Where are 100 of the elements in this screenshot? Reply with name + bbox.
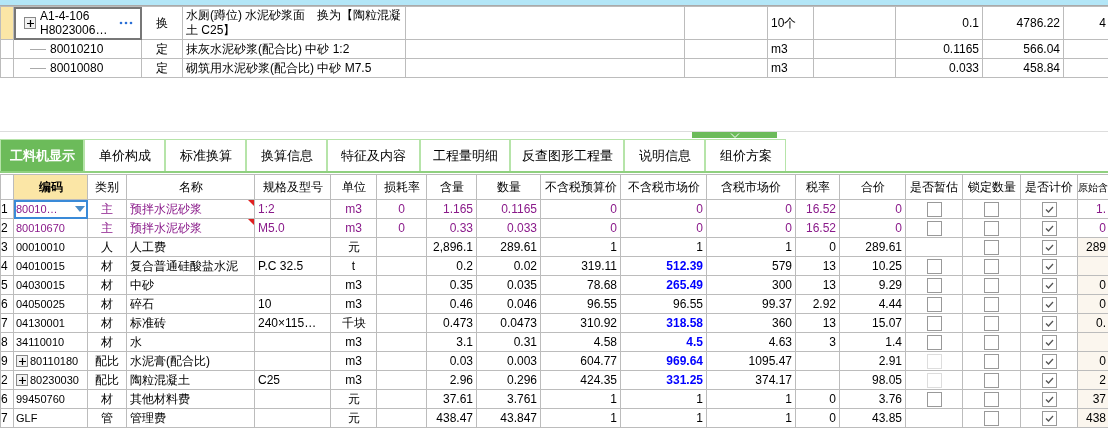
column-header[interactable]: 类别: [87, 174, 127, 200]
tab[interactable]: 单价构成: [84, 139, 165, 171]
checkbox[interactable]: [984, 315, 999, 331]
checkbox[interactable]: [926, 391, 942, 407]
code-cell[interactable]: 99450760: [13, 389, 88, 409]
expand-icon[interactable]: [16, 355, 28, 367]
checkbox[interactable]: [926, 220, 942, 236]
column-header[interactable]: 含税市场价: [706, 174, 796, 200]
checkbox[interactable]: [1041, 410, 1057, 426]
table-cell: 水厕(蹲位) 水泥砂浆面 换为【陶粒混凝土 C25】: [182, 6, 406, 40]
column-header[interactable]: 是否计价: [1020, 174, 1078, 200]
checkbox[interactable]: [1041, 353, 1057, 369]
table-cell: 969.64: [620, 351, 707, 371]
checkbox[interactable]: [1041, 372, 1057, 388]
checkbox[interactable]: [984, 353, 999, 369]
checkbox[interactable]: [984, 391, 999, 407]
checkbox[interactable]: [1041, 277, 1057, 293]
column-header[interactable]: 名称: [126, 174, 255, 200]
checkbox[interactable]: [984, 296, 999, 312]
tab[interactable]: 标准换算: [165, 139, 246, 171]
row-number: 2: [0, 370, 14, 390]
code-cell[interactable]: 80230030: [13, 370, 88, 390]
table-cell: 0.1: [895, 6, 983, 40]
tab[interactable]: 组价方案: [705, 139, 786, 171]
checkbox[interactable]: [984, 277, 999, 293]
table-cell: 1: [540, 408, 621, 428]
checkbox[interactable]: [1041, 296, 1057, 312]
checkbox[interactable]: [984, 372, 999, 388]
code-cell[interactable]: 80010…: [13, 199, 88, 219]
code-cell[interactable]: 04010015: [13, 256, 88, 276]
column-header[interactable]: 是否暂估: [905, 174, 963, 200]
checkbox[interactable]: [984, 410, 999, 426]
code-cell[interactable]: GLF: [13, 408, 88, 428]
column-header[interactable]: 数量: [476, 174, 541, 200]
column-header[interactable]: 原始含: [1077, 174, 1108, 200]
row-indicator[interactable]: [0, 6, 14, 40]
checkbox[interactable]: [1041, 258, 1057, 274]
code-cell[interactable]: 34110010: [13, 332, 88, 352]
expand-icon[interactable]: [24, 17, 36, 29]
code-cell[interactable]: 04050025: [13, 294, 88, 314]
table-cell: 13: [795, 313, 840, 333]
column-header[interactable]: 不含税预算价: [540, 174, 621, 200]
checkbox[interactable]: [926, 315, 942, 331]
flag-icon: [248, 219, 254, 225]
table-cell: 289: [1085, 239, 1106, 254]
tab[interactable]: 说明信息: [624, 139, 705, 171]
checkbox[interactable]: [1041, 201, 1057, 217]
checkbox[interactable]: [1041, 220, 1057, 236]
tab[interactable]: 换算信息: [246, 139, 327, 171]
checkbox[interactable]: [1041, 391, 1057, 407]
checkbox[interactable]: [984, 220, 999, 236]
code-cell[interactable]: 04130001: [13, 313, 88, 333]
checkbox[interactable]: [1041, 334, 1057, 350]
column-header[interactable]: 单位: [330, 174, 377, 200]
column-header[interactable]: 编码: [13, 174, 88, 200]
table-cell: 4.63: [706, 332, 796, 352]
checkbox[interactable]: [926, 334, 942, 350]
column-header[interactable]: 规格及型号: [254, 174, 331, 200]
column-header[interactable]: 损耗率: [376, 174, 427, 200]
checkbox[interactable]: [984, 239, 999, 255]
table-cell: 0.1165: [476, 199, 541, 219]
table-cell: 1: [706, 408, 796, 428]
table-cell: 砌筑用水泥砂浆(配合比) 中砂 M7.5: [182, 58, 406, 78]
collapse-handle[interactable]: [692, 132, 777, 138]
checkbox[interactable]: [984, 201, 999, 217]
table-cell: 1: [620, 237, 707, 257]
table-cell: 0: [839, 199, 906, 219]
checkbox[interactable]: [926, 201, 942, 217]
checkbox[interactable]: [1041, 239, 1057, 255]
table-cell: 0.035: [476, 275, 541, 295]
table-cell: 2.92: [795, 294, 840, 314]
column-header[interactable]: 含量: [426, 174, 477, 200]
item-code: 99450760: [16, 391, 65, 407]
column-header[interactable]: 税率: [795, 174, 840, 200]
checkbox[interactable]: [926, 296, 942, 312]
table-cell: 1.165: [426, 199, 477, 219]
dropdown-icon[interactable]: [75, 206, 85, 212]
column-header[interactable]: 锁定数量: [962, 174, 1021, 200]
row-indicator[interactable]: [0, 39, 14, 59]
table-cell: 512.39: [620, 256, 707, 276]
checkbox[interactable]: [984, 334, 999, 350]
checkbox[interactable]: [984, 258, 999, 274]
code-cell[interactable]: 80110180: [13, 351, 88, 371]
more-icon[interactable]: [119, 21, 134, 25]
checkbox[interactable]: [1041, 315, 1057, 331]
code-cell[interactable]: 04030015: [13, 275, 88, 295]
column-header[interactable]: 不含税市场价: [620, 174, 707, 200]
tab[interactable]: 反查图形工程量: [510, 139, 624, 171]
code-cell[interactable]: 00010010: [13, 237, 88, 257]
checkbox[interactable]: [926, 258, 942, 274]
column-header[interactable]: 合价: [839, 174, 906, 200]
item-code: 80010670: [16, 220, 65, 236]
expand-icon[interactable]: [16, 374, 28, 386]
code-cell[interactable]: 80010670: [13, 218, 88, 238]
tab[interactable]: 工程量明细: [420, 139, 510, 171]
tab[interactable]: 特征及内容: [327, 139, 420, 171]
table-cell: 300: [706, 275, 796, 295]
checkbox[interactable]: [926, 277, 942, 293]
table-cell: 78.68: [540, 275, 621, 295]
row-indicator[interactable]: [0, 58, 14, 78]
